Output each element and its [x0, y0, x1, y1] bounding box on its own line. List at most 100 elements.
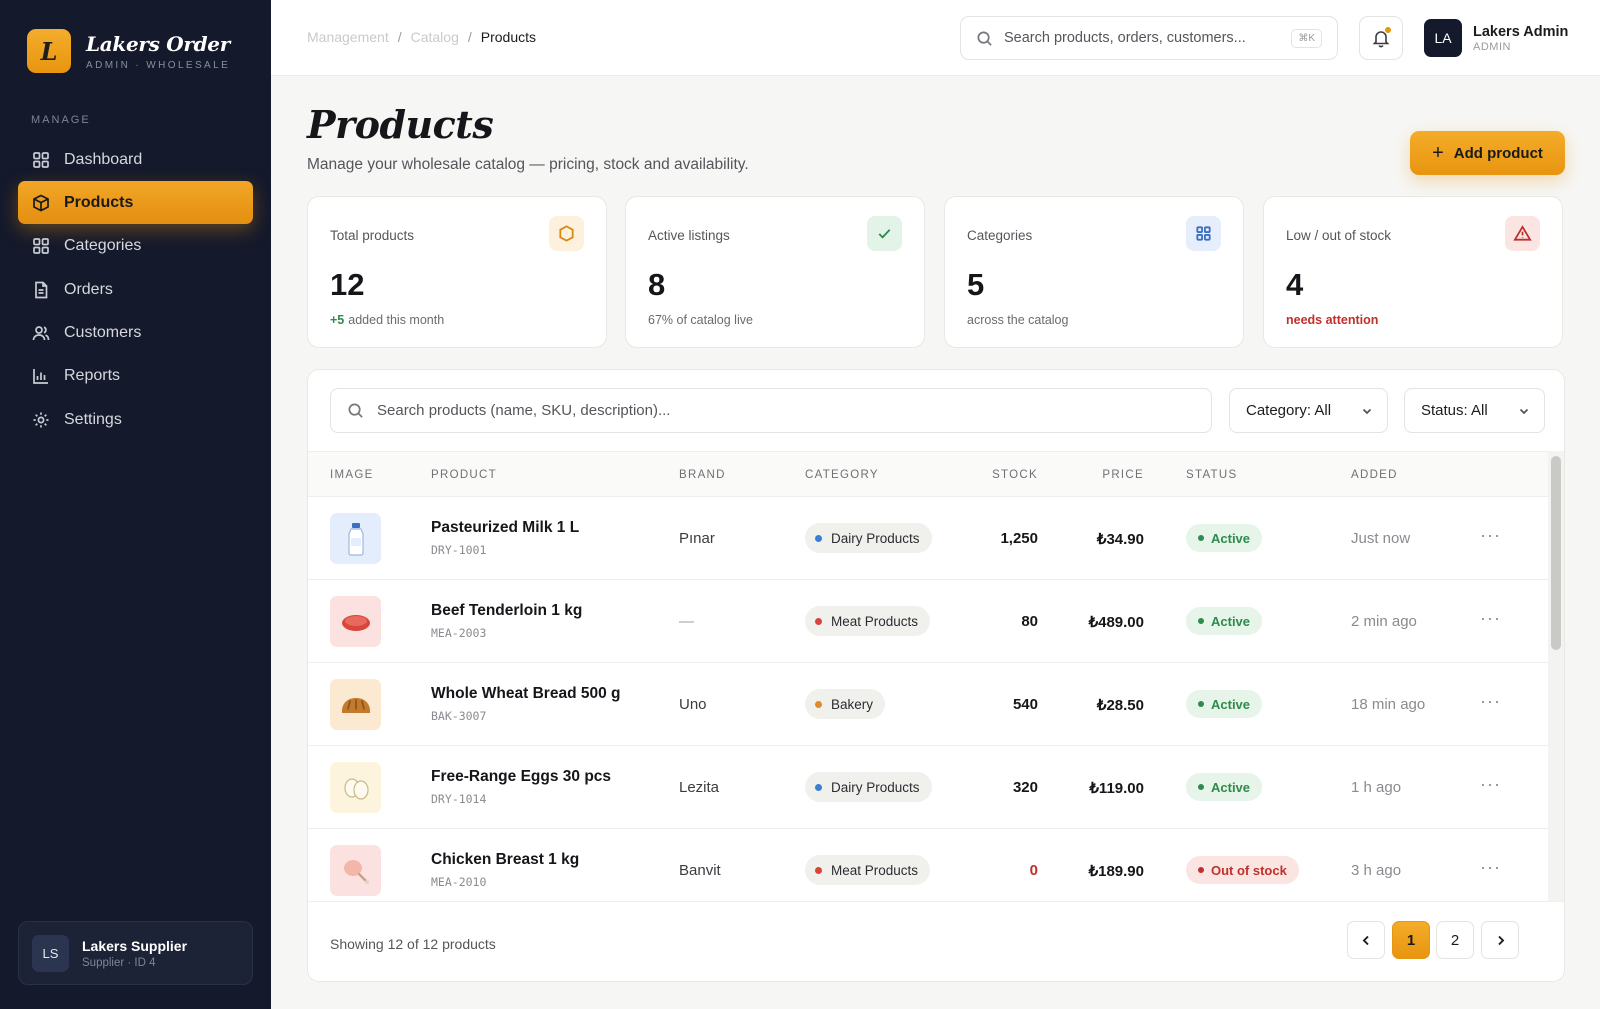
stat-label: Total products	[330, 228, 415, 243]
products-table-card: Search products (name, SKU, description)…	[307, 369, 1565, 982]
status-dot	[1198, 784, 1204, 790]
sidebar-item-dashboard[interactable]: Dashboard	[18, 138, 253, 181]
add-product-button[interactable]: + Add product	[1410, 131, 1565, 175]
category-badge: Dairy Products	[805, 523, 932, 553]
breadcrumb-item[interactable]: Management	[307, 29, 389, 45]
breadcrumb-separator: /	[467, 29, 472, 45]
eggs-icon	[330, 762, 381, 813]
brand-logo: L	[27, 29, 71, 73]
product-price: ₺189.90	[1088, 863, 1144, 880]
brand-sub: ADMIN · WHOLESALE	[86, 59, 231, 71]
table-scrollbar-thumb[interactable]	[1551, 456, 1561, 650]
status-dot	[1198, 535, 1204, 541]
admin-name: Lakers Admin	[1473, 23, 1569, 40]
product-name[interactable]: Pasteurized Milk 1 L	[431, 519, 579, 537]
chevron-left-icon	[1362, 935, 1369, 945]
grid-icon	[33, 238, 49, 255]
sidebar-nav: Dashboard Products Categories Orders Cus…	[18, 138, 253, 442]
topbar: Management / Catalog / Products Search p…	[271, 0, 1600, 76]
sidebar-item-products[interactable]: Products	[18, 181, 253, 225]
status-badge: Out of stock	[1186, 856, 1299, 884]
page-2-button[interactable]: 2	[1436, 921, 1474, 959]
stat-card-active-listings: Active listings 8 67% of catalog live	[625, 196, 925, 348]
milk-bottle-icon	[330, 513, 381, 564]
stat-note: across the catalog	[967, 313, 1069, 327]
category-badge: Bakery	[805, 689, 886, 719]
product-search-input[interactable]: Search products (name, SKU, description)…	[330, 388, 1212, 433]
product-name[interactable]: Free-Range Eggs 30 pcs	[431, 768, 611, 786]
table-row[interactable]: Chicken Breast 1 kg MEA-2010 Banvit Meat…	[308, 829, 1548, 912]
user-sub: Supplier · ID 4	[82, 956, 156, 969]
page-subtitle: Manage your wholesale catalog — pricing,…	[307, 156, 749, 173]
product-added: Just now	[1351, 530, 1411, 547]
table-row[interactable]: Beef Tenderloin 1 kg MEA-2003 — Meat Pro…	[308, 580, 1548, 663]
sidebar-item-label: Reports	[64, 367, 121, 385]
table-row[interactable]: Whole Wheat Bread 500 g BAK-3007 Uno Bak…	[308, 663, 1548, 746]
status-badge: Active	[1186, 690, 1263, 718]
stat-label: Active listings	[648, 228, 730, 243]
product-name[interactable]: Whole Wheat Bread 500 g	[431, 685, 620, 703]
column-header-price[interactable]: PRICE	[1048, 469, 1144, 481]
product-name[interactable]: Beef Tenderloin 1 kg	[431, 602, 582, 620]
gear-icon	[33, 412, 49, 428]
category-label: Meat Products	[831, 613, 919, 629]
stat-value: 4	[1286, 267, 1304, 302]
stat-note-highlight: +5	[330, 313, 345, 327]
category-filter-value: Category: All	[1246, 402, 1332, 419]
more-actions-icon[interactable]: ···	[1480, 525, 1501, 546]
bread-icon	[330, 679, 381, 730]
category-badge: Meat Products	[805, 855, 931, 885]
box-icon	[549, 216, 584, 251]
column-header-category[interactable]: CATEGORY	[805, 469, 879, 481]
status-dot	[1198, 618, 1204, 624]
column-header-status[interactable]: STATUS	[1186, 469, 1237, 481]
sidebar-item-customers[interactable]: Customers	[18, 312, 253, 355]
global-search-input[interactable]: Search products, orders, customers... ⌘K	[960, 16, 1338, 60]
search-icon	[348, 403, 363, 418]
stat-note: needs attention	[1286, 313, 1379, 327]
brand[interactable]: L Lakers Order ADMIN · WHOLESALE	[27, 29, 230, 73]
more-actions-icon[interactable]: ···	[1480, 608, 1501, 629]
bar-chart-icon	[33, 369, 48, 385]
sidebar-item-orders[interactable]: Orders	[18, 268, 253, 311]
status-dot	[1198, 867, 1204, 873]
more-actions-icon[interactable]: ···	[1480, 857, 1501, 878]
product-sku: BAK-3007	[431, 709, 487, 723]
results-count: Showing 12 of 12 products	[330, 936, 496, 952]
table-row[interactable]: Free-Range Eggs 30 pcs DRY-1014 Lezita D…	[308, 746, 1548, 829]
notifications-button[interactable]	[1359, 16, 1403, 60]
sidebar-item-label: Dashboard	[64, 150, 143, 168]
status-badge: Active	[1186, 773, 1263, 801]
sidebar-item-categories[interactable]: Categories	[18, 225, 253, 268]
product-name[interactable]: Chicken Breast 1 kg	[431, 851, 579, 869]
column-header-added[interactable]: ADDED	[1351, 469, 1398, 481]
breadcrumb-item[interactable]: Catalog	[411, 29, 459, 45]
category-filter-select[interactable]: Category: All	[1229, 388, 1388, 433]
product-brand: Lezita	[679, 779, 720, 796]
prev-page-button[interactable]	[1347, 921, 1385, 959]
admin-profile[interactable]: LA Lakers Admin ADMIN	[1424, 19, 1568, 57]
column-header-stock[interactable]: STOCK	[968, 469, 1038, 481]
table-row[interactable]: Pasteurized Milk 1 L DRY-1001 Pınar Dair…	[308, 497, 1548, 580]
stat-note: 67% of catalog live	[648, 313, 753, 327]
stat-value: 5	[967, 267, 985, 302]
next-page-button[interactable]	[1481, 921, 1519, 959]
product-price: ₺28.50	[1096, 697, 1144, 714]
more-actions-icon[interactable]: ···	[1480, 691, 1501, 712]
more-actions-icon[interactable]: ···	[1480, 774, 1501, 795]
breadcrumb-separator: /	[397, 29, 402, 45]
current-user-card[interactable]: LS Lakers Supplier Supplier · ID 4	[18, 921, 253, 985]
box-icon	[33, 194, 49, 212]
breadcrumb: Management / Catalog / Products	[307, 29, 536, 45]
status-filter-select[interactable]: Status: All	[1404, 388, 1545, 433]
category-dot	[815, 700, 822, 708]
column-header-product[interactable]: PRODUCT	[431, 469, 497, 481]
column-header-brand[interactable]: BRAND	[679, 469, 726, 481]
sidebar-item-reports[interactable]: Reports	[18, 355, 253, 398]
product-stock: 320	[1012, 779, 1038, 796]
user-name: Lakers Supplier	[82, 937, 188, 954]
sidebar-item-settings[interactable]: Settings	[18, 398, 253, 441]
page-1-button[interactable]: 1	[1392, 921, 1430, 959]
status-filter-value: Status: All	[1421, 402, 1488, 419]
category-badge: Meat Products	[805, 606, 931, 636]
